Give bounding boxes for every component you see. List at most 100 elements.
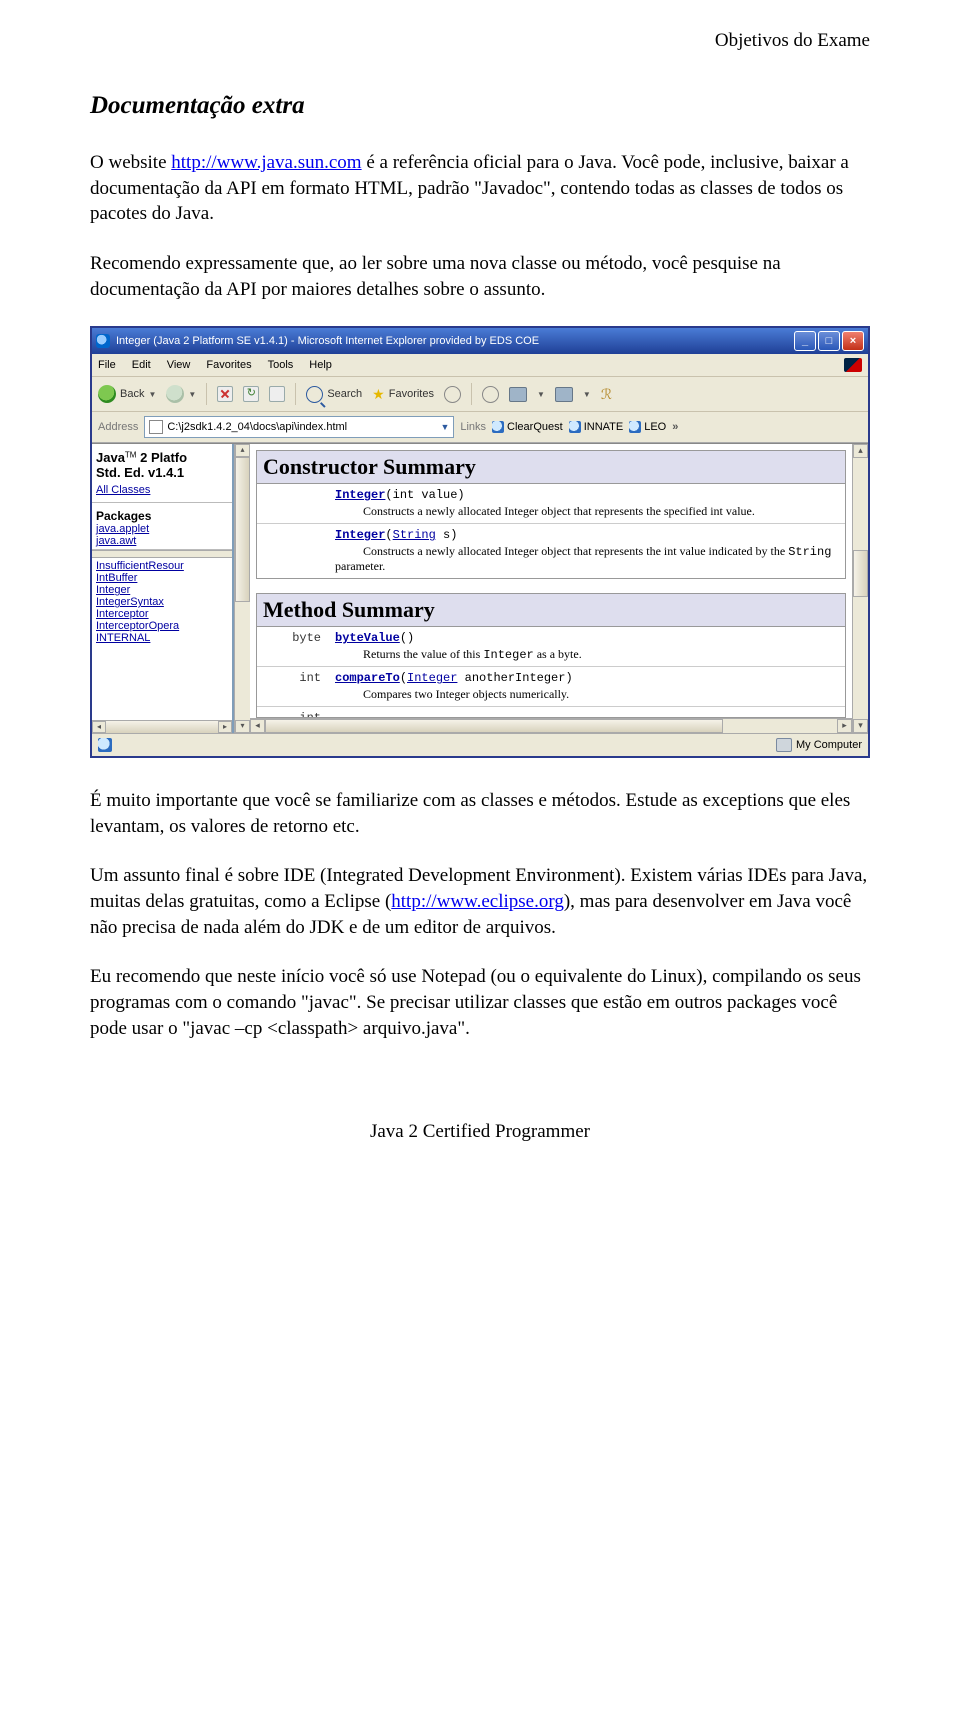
package-link[interactable]: java.awt bbox=[96, 535, 228, 547]
return-type: byte bbox=[257, 627, 329, 666]
chevron-down-icon: ▼ bbox=[583, 390, 591, 399]
constructor-link[interactable]: Integer bbox=[335, 528, 385, 542]
ie-window: Integer (Java 2 Platform SE v1.4.1) - Mi… bbox=[90, 326, 870, 758]
return-type: int bbox=[257, 707, 329, 717]
menu-tools[interactable]: Tools bbox=[268, 359, 294, 371]
eclipse-link[interactable]: http://www.eclipse.org bbox=[391, 891, 564, 912]
all-classes-link[interactable]: All Classes bbox=[96, 484, 228, 496]
frame-divider[interactable] bbox=[92, 550, 232, 558]
scroll-thumb[interactable] bbox=[265, 719, 723, 733]
constructor-desc: Constructs a newly allocated Integer obj… bbox=[335, 504, 839, 519]
main-hscrollbar[interactable]: ◂ ▸ bbox=[250, 718, 852, 733]
address-input[interactable]: C:\j2sdk1.4.2_04\docs\api\index.html ▼ bbox=[144, 416, 454, 438]
quicklink-label: INNATE bbox=[584, 421, 624, 433]
address-label: Address bbox=[98, 421, 138, 433]
overflow-chevron-icon[interactable]: » bbox=[672, 421, 678, 433]
constructor-summary-table: Integer(int value) Constructs a newly al… bbox=[256, 484, 846, 579]
side-vscrollbar[interactable]: ▴ ▾ bbox=[234, 444, 250, 733]
quicklink-leo[interactable]: LEO bbox=[629, 421, 666, 433]
stop-button[interactable] bbox=[217, 386, 233, 402]
home-button[interactable] bbox=[269, 386, 285, 402]
quicklink-clearquest[interactable]: ClearQuest bbox=[492, 421, 563, 433]
method-summary-heading: Method Summary bbox=[256, 593, 846, 627]
menu-edit[interactable]: Edit bbox=[132, 359, 151, 371]
zone-label: My Computer bbox=[796, 739, 862, 751]
mail-button[interactable] bbox=[509, 387, 527, 402]
separator bbox=[295, 383, 296, 405]
method-link[interactable]: byteValue bbox=[335, 631, 400, 645]
section-title: Documentação extra bbox=[90, 92, 870, 120]
class-link[interactable]: InterceptorOpera bbox=[96, 620, 228, 632]
scroll-left-icon[interactable]: ◂ bbox=[250, 719, 265, 733]
menu-file[interactable]: File bbox=[98, 359, 116, 371]
ie-titlebar: Integer (Java 2 Platform SE v1.4.1) - Mi… bbox=[92, 328, 868, 354]
class-link[interactable]: Integer bbox=[96, 584, 228, 596]
quicklink-innate[interactable]: INNATE bbox=[569, 421, 624, 433]
ie-statusbar: My Computer bbox=[92, 733, 868, 756]
class-link[interactable]: INTERNAL bbox=[96, 632, 228, 644]
ie-toolbar: Back▼ ▼ ↻ Search ★Favorites ▼ ▼ ℛ bbox=[92, 377, 868, 412]
chevron-down-icon[interactable]: ▼ bbox=[440, 422, 449, 432]
scroll-right-icon[interactable]: ▸ bbox=[218, 721, 232, 733]
separator bbox=[471, 383, 472, 405]
menu-favorites[interactable]: Favorites bbox=[206, 359, 251, 371]
history-button[interactable] bbox=[444, 386, 461, 403]
table-row: Integer(String s) Constructs a newly all… bbox=[257, 523, 845, 578]
scroll-down-icon[interactable]: ▾ bbox=[235, 720, 250, 733]
scroll-up-icon[interactable]: ▴ bbox=[235, 444, 250, 457]
print-button[interactable] bbox=[555, 387, 573, 402]
ie-page-icon bbox=[569, 421, 581, 433]
ie-page-icon bbox=[98, 738, 112, 752]
menu-help[interactable]: Help bbox=[309, 359, 332, 371]
minimize-button[interactable]: _ bbox=[794, 331, 816, 351]
favorites-button[interactable]: ★Favorites bbox=[372, 386, 434, 403]
javadoc-main-frame: Constructor Summary Integer(int value) C… bbox=[250, 444, 852, 733]
package-link[interactable]: java.applet bbox=[96, 523, 228, 535]
main-vscrollbar[interactable]: ▴ ▾ bbox=[852, 444, 868, 733]
constructor-link[interactable]: Integer bbox=[335, 488, 385, 502]
method-link[interactable]: compareTo bbox=[335, 671, 400, 685]
scroll-right-icon[interactable]: ▸ bbox=[837, 719, 852, 733]
forward-icon bbox=[166, 385, 184, 403]
star-icon: ★ bbox=[372, 386, 385, 403]
sig-args: s) bbox=[436, 528, 458, 542]
side-hscrollbar[interactable]: ◂▸ bbox=[92, 720, 232, 733]
menu-view[interactable]: View bbox=[167, 359, 191, 371]
table-row: byte byteValue() Returns the value of th… bbox=[257, 627, 845, 666]
scroll-up-icon[interactable]: ▴ bbox=[853, 444, 868, 458]
method-desc: Returns the value of this Integer as a b… bbox=[335, 647, 839, 662]
sig-args: (int value) bbox=[385, 488, 464, 502]
type-link[interactable]: Integer bbox=[407, 671, 457, 685]
paragraph-4: Um assunto final é sobre IDE (Integrated… bbox=[90, 863, 870, 940]
search-icon bbox=[306, 386, 323, 403]
media-button[interactable] bbox=[482, 386, 499, 403]
scroll-left-icon[interactable]: ◂ bbox=[92, 721, 106, 733]
close-button[interactable]: × bbox=[842, 331, 864, 351]
java-sun-link[interactable]: http://www.java.sun.com bbox=[171, 152, 361, 173]
type-link[interactable]: String bbox=[393, 528, 436, 542]
refresh-button[interactable]: ↻ bbox=[243, 386, 259, 402]
class-link[interactable]: IntBuffer bbox=[96, 572, 228, 584]
class-link[interactable]: InsufficientResour bbox=[96, 560, 228, 572]
file-icon bbox=[149, 420, 163, 434]
forward-button[interactable]: ▼ bbox=[166, 385, 196, 403]
maximize-button[interactable]: □ bbox=[818, 331, 840, 351]
ie-content-frames: JavaTM 2 Platfo Std. Ed. v1.4.1 All Clas… bbox=[92, 443, 868, 733]
text: O website bbox=[90, 152, 171, 173]
scroll-thumb[interactable] bbox=[235, 457, 250, 602]
quicklink-label: LEO bbox=[644, 421, 666, 433]
class-link[interactable]: IntegerSyntax bbox=[96, 596, 228, 608]
side-classes-frame: InsufficientResour IntBuffer Integer Int… bbox=[92, 558, 232, 720]
class-link[interactable]: Interceptor bbox=[96, 608, 228, 620]
scroll-thumb[interactable] bbox=[106, 721, 218, 733]
scroll-thumb[interactable] bbox=[853, 550, 868, 597]
search-button[interactable]: Search bbox=[306, 386, 362, 403]
method-summary-table: byte byteValue() Returns the value of th… bbox=[256, 627, 846, 718]
scroll-down-icon[interactable]: ▾ bbox=[853, 719, 868, 733]
table-row: int bbox=[257, 706, 845, 717]
chevron-down-icon: ▼ bbox=[537, 390, 545, 399]
computer-icon bbox=[776, 738, 792, 752]
packages-heading: Packages bbox=[96, 509, 228, 523]
back-button[interactable]: Back▼ bbox=[98, 385, 156, 403]
address-value: C:\j2sdk1.4.2_04\docs\api\index.html bbox=[167, 421, 347, 433]
